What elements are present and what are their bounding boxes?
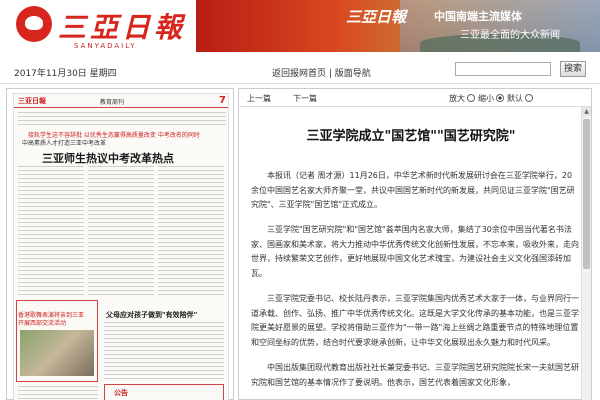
article-toolbar: 上一篇 下一篇 放大 缩小 默认	[239, 89, 591, 107]
article-paragraph: 本报讯（记者 周才源）11月26日，中华艺术新时代新发展研讨会在三亚学院举行，2…	[251, 171, 575, 209]
zoom-controls: 放大 缩小 默认	[449, 93, 536, 104]
thumbnail-page-number: 7	[219, 95, 226, 106]
article-paragraph: 三亚学院党委书记、校长陆丹表示，三亚学院集国内优秀艺术大家于一体，与业界同行一道…	[251, 294, 579, 347]
thumbnail-headline[interactable]: 三亚师生热议中考改革热点	[42, 150, 174, 166]
text-block	[18, 166, 84, 296]
article-scrollbar[interactable]: ▲	[581, 107, 591, 400]
prev-article-link[interactable]: 上一篇	[247, 93, 271, 104]
article-panel: 上一篇 下一篇 放大 缩小 默认 三亚学院成立"国艺馆""国艺研究院" 本报讯（记者…	[238, 88, 592, 400]
scroll-up-arrow-icon[interactable]: ▲	[582, 107, 591, 116]
thumbnail-mid-headline[interactable]: 父母应对孩子做到"有效陪伴"	[106, 310, 197, 320]
issue-date: 2017年11月30日 星期四	[14, 69, 117, 79]
zoom-out-radio[interactable]	[496, 94, 504, 102]
banner-subtitle: 三亚最全面的大众新闻	[460, 30, 560, 41]
nav-separator: |	[326, 69, 335, 79]
text-block	[88, 166, 154, 296]
home-link[interactable]: 返回报网首页	[272, 69, 326, 79]
page-thumbnail-panel: 三亚日報 教育周刊 7 接轨学生这不容辞批 以优秀生态赢得高质量改变 中考改名的…	[6, 88, 234, 400]
photo-story-caption[interactable]: 香港歌舞表演将亲到三亚开展西部交流活动	[18, 312, 88, 328]
search-button[interactable]: 搜索	[560, 61, 586, 77]
zoom-out-label: 缩小	[478, 94, 494, 103]
zoom-in-radio[interactable]	[467, 94, 475, 102]
search-input[interactable]	[455, 62, 551, 76]
logo-text: 三亞日報	[58, 11, 187, 44]
zoom-default-label: 默认	[507, 94, 523, 103]
thumbnail-logo: 三亚日報	[18, 97, 46, 105]
banner-logo: 三亞日報	[346, 8, 407, 26]
thumbnail-notice[interactable]: 公告	[114, 388, 128, 398]
thumbnail-header: 三亚日報 教育周刊 7	[14, 94, 228, 108]
top-nav: 返回报网首页 | 版面导航	[272, 66, 371, 79]
text-block	[158, 166, 224, 296]
logo-emblem-icon	[16, 6, 52, 42]
zoom-in-label: 放大	[449, 94, 465, 103]
photo-image[interactable]	[20, 330, 94, 376]
site-logo[interactable]: 三亞日報 SANYADAILY	[6, 2, 196, 54]
text-block	[104, 322, 224, 382]
article-paragraph: 中国出版集团现代教育出版社社长兼党委书记、三亚学院国艺研究院院长宋一夫就国艺研究…	[251, 363, 579, 387]
layout-nav-link[interactable]: 版面导航	[335, 69, 371, 79]
site-header: 三亞日報 SANYADAILY 三亞日報 中国南端主流媒体 三亚最全面的大众新闻	[0, 0, 600, 56]
thumbnail-section: 教育周刊	[100, 99, 125, 106]
header-banner: 三亞日報 中国南端主流媒体 三亚最全面的大众新闻	[196, 0, 600, 52]
next-article-link[interactable]: 下一篇	[293, 93, 317, 104]
article-paragraph: 三亚学院"国艺研究院"和"国艺馆"荟萃国内名家大师，集结了30余位中国当代著名书…	[251, 225, 579, 278]
text-block	[18, 112, 226, 126]
scroll-thumb[interactable]	[583, 119, 590, 269]
article-title: 三亚学院成立"国艺馆""国艺研究院"	[306, 129, 516, 144]
thumbnail-subhead: 中高素质人才打造三亚中考改革	[22, 140, 107, 147]
logo-subtitle: SANYADAILY	[74, 42, 137, 50]
text-block	[18, 386, 98, 400]
newspaper-page-thumbnail[interactable]: 三亚日報 教育周刊 7 接轨学生这不容辞批 以优秀生态赢得高质量改变 中考改名的…	[13, 93, 229, 400]
zoom-default-radio[interactable]	[525, 94, 533, 102]
banner-title: 中国南端主流媒体	[434, 10, 522, 23]
